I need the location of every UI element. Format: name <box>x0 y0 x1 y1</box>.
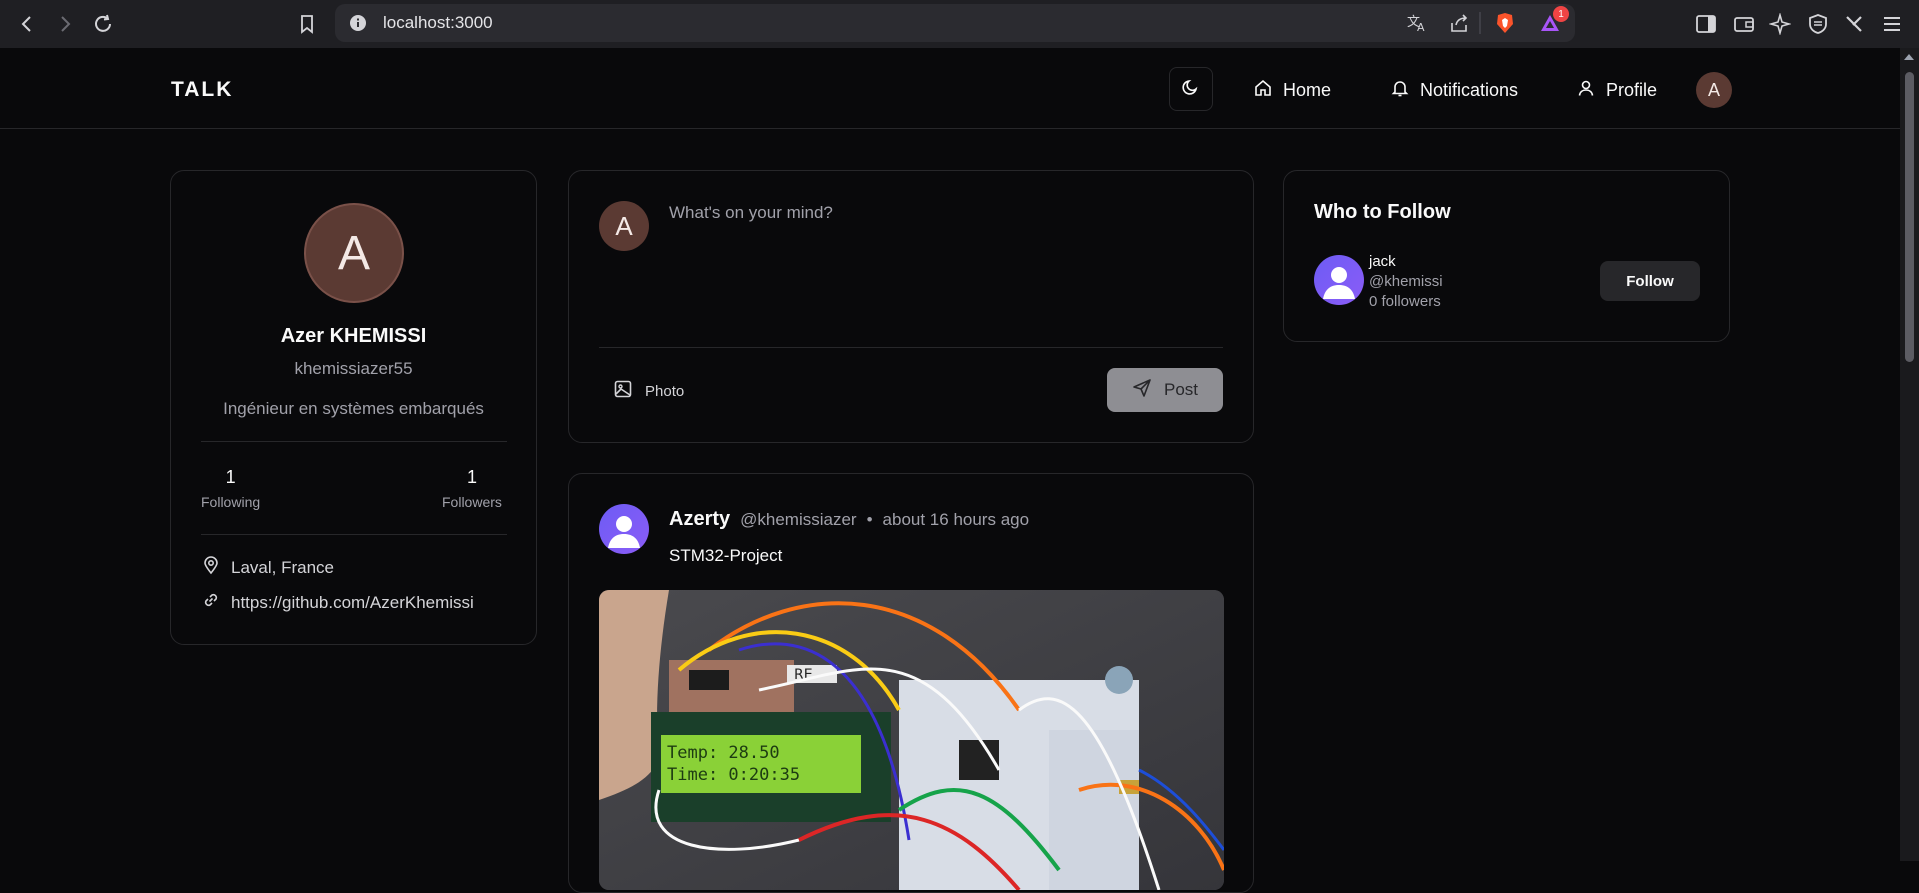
profile-name: Azer KHEMISSI <box>280 325 427 347</box>
profile-bio: Ingénieur en systèmes embarqués <box>223 399 484 418</box>
follow-button[interactable]: Follow <box>1600 261 1700 301</box>
website-row[interactable]: https://github.com/AzerKhemissi <box>201 590 474 615</box>
suggested-user-name[interactable]: jack <box>1369 253 1396 270</box>
post-author-handle[interactable]: @khemissiazer <box>740 510 856 530</box>
post-content: STM32-Project <box>669 546 783 565</box>
site-info-icon[interactable] <box>349 14 367 37</box>
bell-icon <box>1390 78 1410 103</box>
divider <box>201 441 507 442</box>
profile-card: A Azer KHEMISSI khemissiazer55 Ingénieur… <box>170 170 537 645</box>
post-image[interactable]: RE Temp: 28.50 Time: 0:20:35 <box>599 590 1224 890</box>
reload-icon[interactable] <box>86 7 120 41</box>
divider <box>599 347 1223 348</box>
user-icon <box>1576 78 1596 103</box>
translate-icon[interactable]: 文A <box>1407 13 1429 38</box>
back-icon[interactable] <box>10 7 44 41</box>
followers-label: Followers <box>442 494 502 510</box>
page-scrollbar[interactable] <box>1900 48 1919 861</box>
svg-text:A: A <box>1417 21 1425 33</box>
who-to-follow-title: Who to Follow <box>1314 201 1451 223</box>
menu-icon[interactable] <box>1880 12 1904 36</box>
following-label: Following <box>201 494 261 510</box>
sidebar-toggle-icon[interactable] <box>1694 12 1718 36</box>
post-card: Azerty @khemissiazer • about 16 hours ag… <box>568 473 1254 893</box>
photo-label: Photo <box>645 382 685 400</box>
followers-count: 1 <box>466 467 477 487</box>
post-label: Post <box>1163 380 1199 399</box>
following-count: 1 <box>225 467 236 487</box>
url-text: localhost:3000 <box>383 13 493 32</box>
user-avatar[interactable]: A <box>1696 72 1732 108</box>
suggested-user-avatar[interactable] <box>1314 255 1364 305</box>
brave-shield-icon[interactable] <box>1495 12 1515 39</box>
nav-notifications-label: Notifications <box>1420 80 1519 100</box>
image-icon <box>613 379 633 403</box>
theme-toggle-button[interactable] <box>1169 67 1213 111</box>
share-icon[interactable] <box>1449 13 1471 38</box>
post-time: about 16 hours ago <box>882 510 1030 529</box>
extension-icon[interactable] <box>1842 12 1866 36</box>
leo-ai-icon[interactable] <box>1768 12 1792 36</box>
link-icon <box>201 590 221 615</box>
profile-username: khemissiazer55 <box>294 359 413 378</box>
nav-profile-label: Profile <box>1606 80 1658 100</box>
forward-icon[interactable] <box>48 7 82 41</box>
home-icon <box>1253 78 1273 103</box>
following-stat[interactable]: 1 Following <box>201 467 260 510</box>
lcd-line-1: Temp: 28.50 <box>667 743 780 763</box>
location-text: Laval, France <box>231 557 334 577</box>
location-row: Laval, France <box>201 555 334 580</box>
post-author-name[interactable]: Azerty <box>669 508 730 531</box>
nav-profile[interactable]: Profile <box>1576 78 1657 103</box>
composer-avatar: A <box>599 201 649 251</box>
map-pin-icon <box>201 555 221 580</box>
lcd-line-2: Time: 0:20:35 <box>667 765 800 785</box>
suggested-user-handle: @khemissi <box>1369 273 1443 290</box>
divider <box>201 534 507 535</box>
who-to-follow-card: Who to Follow jack @khemissi 0 followers… <box>1283 170 1730 342</box>
bookmark-icon[interactable] <box>290 7 324 41</box>
composer-input[interactable]: What's on your mind? <box>669 203 833 223</box>
post-composer: A What's on your mind? Photo Post <box>568 170 1254 443</box>
send-icon <box>1132 378 1152 403</box>
rewards-badge: 1 <box>1553 6 1569 22</box>
nav-home[interactable]: Home <box>1253 78 1331 103</box>
vpn-shield-icon[interactable] <box>1806 12 1830 36</box>
post-author-avatar[interactable] <box>599 504 649 554</box>
post-separator: • <box>866 510 873 529</box>
followers-stat[interactable]: 1 Followers <box>442 467 502 510</box>
website-link[interactable]: https://github.com/AzerKhemissi <box>231 593 474 613</box>
address-bar[interactable]: localhost:3000 文A 1 <box>335 4 1575 42</box>
logo[interactable]: TALK <box>171 78 233 102</box>
toolbar-divider <box>1479 12 1481 34</box>
scrollbar-thumb[interactable] <box>1905 72 1914 362</box>
nav-notifications[interactable]: Notifications <box>1390 78 1518 103</box>
circuit-photo: RE Temp: 28.50 Time: 0:20:35 <box>599 590 1224 890</box>
app-header: TALK Home Notifications Profile A <box>0 48 1900 129</box>
scroll-up-icon[interactable] <box>1904 54 1914 60</box>
browser-toolbar: localhost:3000 文A 1 <box>0 0 1919 48</box>
photo-button[interactable]: Photo <box>613 379 684 403</box>
post-button[interactable]: Post <box>1107 368 1223 412</box>
suggested-user-followers: 0 followers <box>1369 293 1441 310</box>
wallet-icon[interactable] <box>1732 12 1756 36</box>
profile-avatar: A <box>304 203 404 303</box>
post-author: Azerty @khemissiazer • about 16 hours ag… <box>669 508 1029 531</box>
moon-icon <box>1182 78 1200 101</box>
nav-home-label: Home <box>1283 80 1332 100</box>
